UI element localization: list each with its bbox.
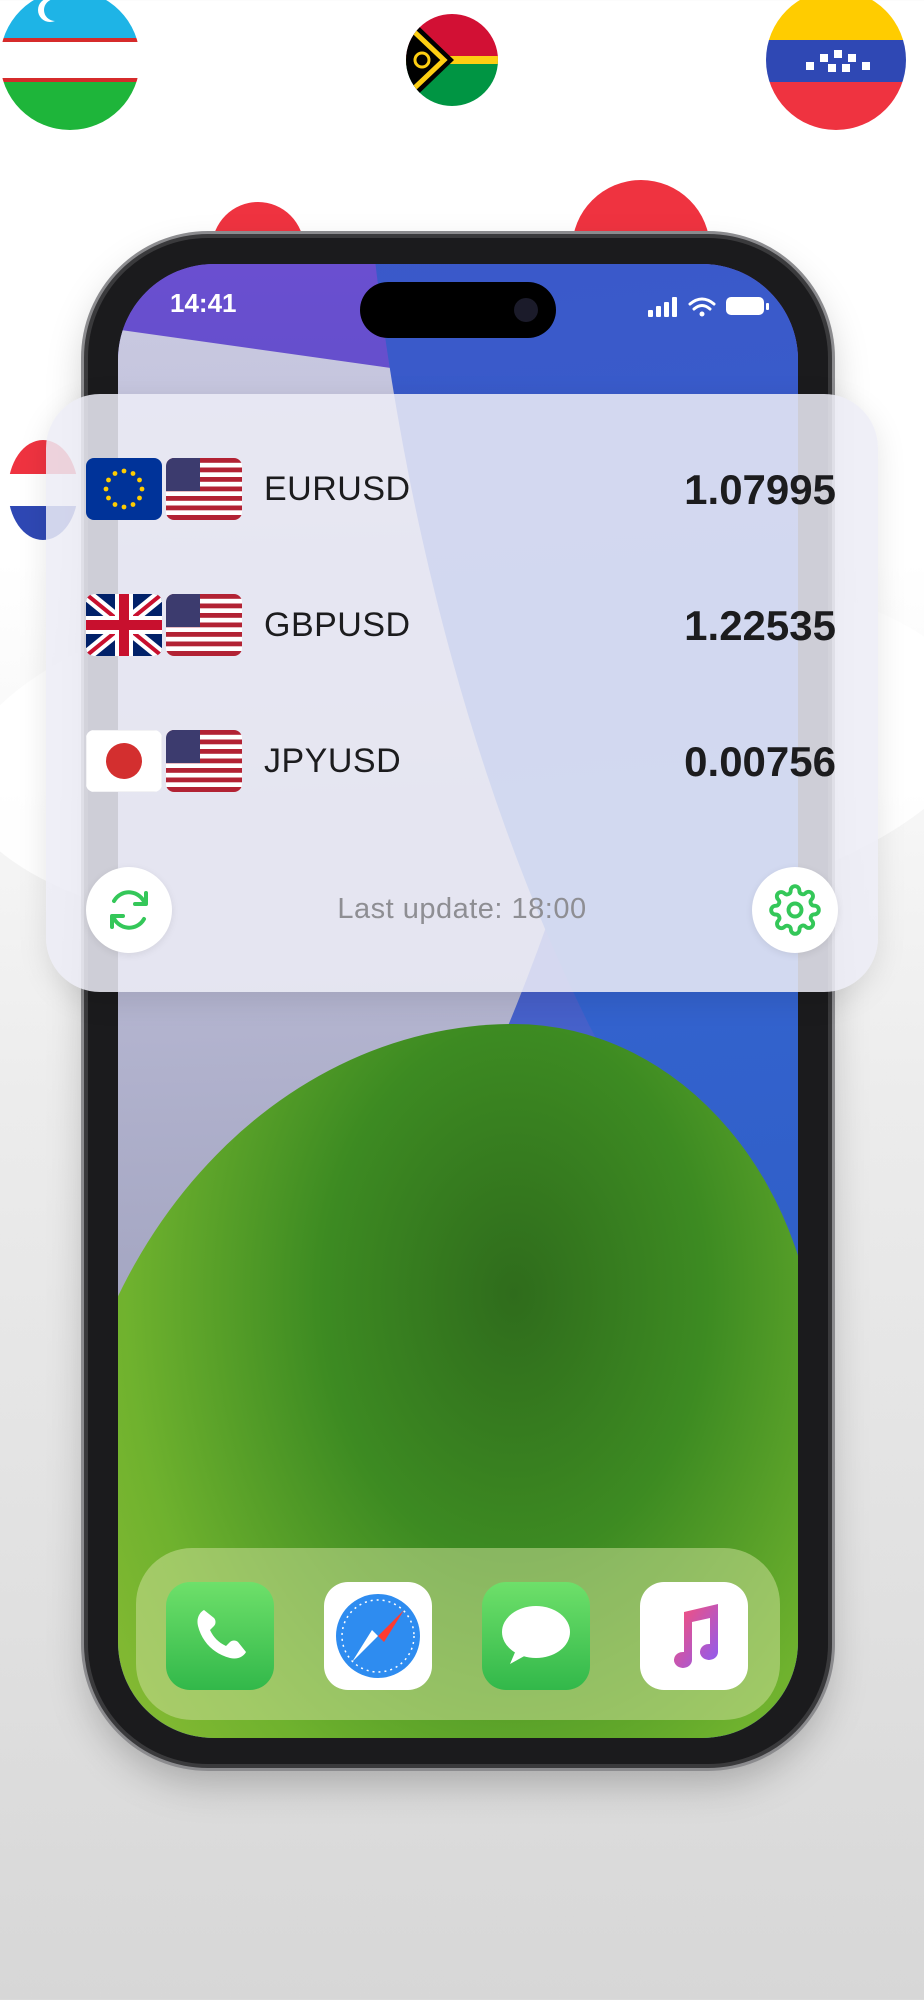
currency-pair-label: EURUSD <box>264 470 411 508</box>
currency-rate-value: 1.22535 <box>684 602 836 649</box>
phone-handset-icon <box>197 1610 246 1659</box>
currency-rate-value: 0.00756 <box>684 738 836 785</box>
signal-icon <box>648 297 677 317</box>
japan-flag-icon <box>86 730 162 792</box>
music-note-icon <box>674 1604 718 1668</box>
currency-row-gbpusd[interactable]: GBPUSD 1.22535 <box>86 594 836 660</box>
status-icons <box>648 297 769 317</box>
gear-icon <box>769 884 821 936</box>
us-flag-icon <box>166 730 242 792</box>
camera-icon <box>514 298 538 322</box>
phone-app-icon[interactable] <box>166 1582 274 1690</box>
chat-bubble-icon <box>502 1606 570 1664</box>
currency-pair-label: GBPUSD <box>264 606 411 644</box>
messages-app-icon[interactable] <box>482 1582 590 1690</box>
currency-rate-value: 1.07995 <box>684 466 836 513</box>
currency-row-jpyusd[interactable]: JPYUSD 0.00756 <box>86 730 836 796</box>
vanuatu-flag-icon <box>406 14 498 106</box>
music-app-icon[interactable] <box>640 1582 748 1690</box>
settings-button[interactable] <box>752 867 838 953</box>
venezuela-flag-icon <box>766 0 906 130</box>
uk-flag-icon <box>86 594 162 656</box>
uzbekistan-flag-icon <box>0 0 140 130</box>
compass-icon <box>336 1594 420 1678</box>
safari-app-icon[interactable] <box>324 1582 432 1690</box>
currency-pair-label: JPYUSD <box>264 742 402 780</box>
status-time: 14:41 <box>170 288 237 318</box>
currency-row-eurusd[interactable]: EURUSD 1.07995 <box>86 458 836 524</box>
wifi-icon <box>688 297 716 311</box>
battery-icon <box>726 297 769 315</box>
us-flag-icon <box>166 458 242 520</box>
eu-flag-icon <box>86 458 162 520</box>
us-flag-icon <box>166 594 242 656</box>
